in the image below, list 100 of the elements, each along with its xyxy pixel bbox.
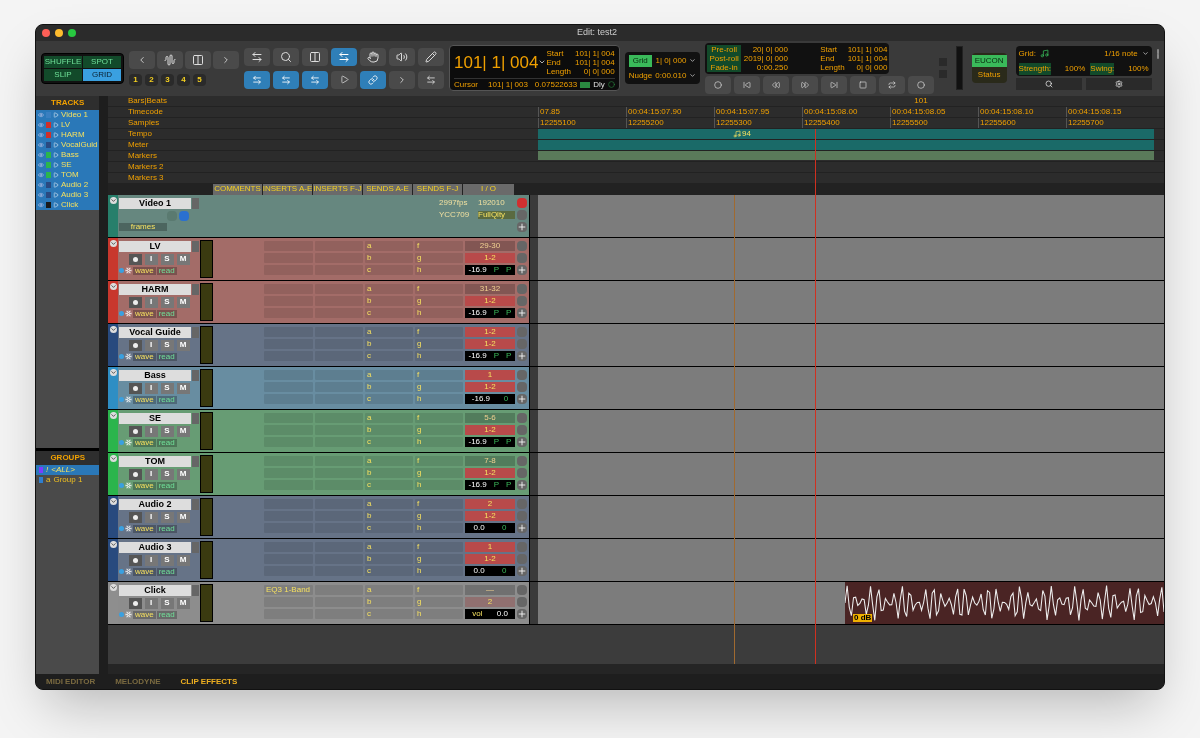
minimize-button[interactable] xyxy=(55,28,63,37)
send-slot[interactable]: c xyxy=(365,436,413,447)
send-slot[interactable]: c xyxy=(365,479,413,490)
send-slot[interactable]: c xyxy=(365,393,413,404)
column-header[interactable]: SENDS A-E xyxy=(363,183,412,195)
zoom-preset-button[interactable]: 4 xyxy=(177,73,190,86)
eye-icon[interactable] xyxy=(38,191,44,198)
output-selector[interactable]: 1-2 xyxy=(465,295,515,306)
output-selector[interactable]: 1-2 xyxy=(465,381,515,392)
send-slot[interactable]: f xyxy=(415,369,463,380)
track-button[interactable]: I xyxy=(144,468,158,480)
square-button[interactable] xyxy=(517,283,527,294)
volume-pan-display[interactable]: -16.9 P P xyxy=(465,479,515,490)
record-arm-button[interactable] xyxy=(128,554,142,566)
view-selector[interactable]: wave xyxy=(133,610,156,619)
send-slot[interactable]: a xyxy=(365,369,413,380)
rewind-button[interactable] xyxy=(763,75,790,94)
track-list-item[interactable]: Click xyxy=(36,199,100,210)
online-button[interactable] xyxy=(705,75,732,94)
track-name[interactable]: Click xyxy=(119,584,191,596)
send-slot[interactable]: a xyxy=(365,283,413,294)
edit-mode-button[interactable]: GRID xyxy=(83,68,121,81)
units-selector[interactable]: frames xyxy=(119,222,167,231)
send-slot[interactable]: a xyxy=(365,412,413,423)
track-list-item[interactable]: SE xyxy=(36,159,100,170)
send-slot[interactable]: f xyxy=(415,412,463,423)
view-selector[interactable]: wave xyxy=(133,567,156,576)
add-icon[interactable] xyxy=(517,221,527,232)
track-button[interactable]: S xyxy=(160,339,174,351)
snowflake-icon[interactable] xyxy=(125,353,132,361)
send-slot[interactable]: g xyxy=(415,424,463,435)
hand-tool-button[interactable] xyxy=(360,47,386,66)
volume-pan-display[interactable]: 0.0 0 xyxy=(465,522,515,533)
send-slot[interactable]: b xyxy=(365,338,413,349)
square-button[interactable] xyxy=(517,240,527,251)
send-slot[interactable]: g xyxy=(415,295,463,306)
track-button[interactable]: M xyxy=(176,554,190,566)
volume-pan-display[interactable]: -16.9 0 xyxy=(465,393,515,404)
group-list-item[interactable]: ! <ALL> xyxy=(36,464,100,475)
edit-mode-button[interactable]: SHUFFLE xyxy=(44,55,82,68)
snowflake-icon[interactable] xyxy=(125,439,132,447)
zoom-preset-button[interactable]: 1 xyxy=(129,73,142,86)
output-selector[interactable]: 1-2 xyxy=(465,338,515,349)
eye-icon[interactable] xyxy=(38,151,44,158)
track-list-item[interactable]: Audio 2 xyxy=(36,179,100,190)
track-button[interactable]: M xyxy=(176,425,190,437)
send-slot[interactable]: b xyxy=(365,381,413,392)
stop-button[interactable] xyxy=(850,75,877,94)
volume-pan-display[interactable]: -16.9 P P xyxy=(465,350,515,361)
square-button[interactable] xyxy=(517,541,527,552)
track-button[interactable]: I xyxy=(144,554,158,566)
square-button[interactable] xyxy=(517,467,527,478)
send-slot[interactable]: h xyxy=(415,565,463,576)
square-button[interactable] xyxy=(517,369,527,380)
play-button[interactable] xyxy=(331,70,357,89)
quantize-button[interactable] xyxy=(1015,78,1082,91)
view-selector[interactable]: wave xyxy=(133,524,156,533)
audio-clip[interactable]: 0 dB xyxy=(845,581,1164,624)
return-to-start-button[interactable] xyxy=(734,75,761,94)
send-slot[interactable]: c xyxy=(365,264,413,275)
track-menu-icon[interactable] xyxy=(109,282,117,290)
marker-range[interactable] xyxy=(538,151,1154,161)
volume-pan-display[interactable]: -16.9 P P xyxy=(465,436,515,447)
automation-selector[interactable]: read xyxy=(156,266,177,275)
snowflake-icon[interactable] xyxy=(125,267,132,275)
automation-selector[interactable]: read xyxy=(156,395,177,404)
send-slot[interactable]: g xyxy=(415,338,463,349)
track-list-item[interactable]: LV xyxy=(36,119,100,130)
track-menu-icon[interactable] xyxy=(109,583,117,591)
snowflake-icon[interactable] xyxy=(125,310,132,318)
pencil-tool-button[interactable] xyxy=(418,47,444,66)
track-name[interactable]: Video 1 xyxy=(119,197,191,209)
clock-button[interactable] xyxy=(167,210,177,221)
input-selector[interactable]: 1 xyxy=(465,369,515,380)
square-button[interactable] xyxy=(517,326,527,337)
input-selector[interactable]: — xyxy=(465,584,515,595)
send-slot[interactable]: a xyxy=(365,326,413,337)
output-selector[interactable]: 1-2 xyxy=(465,467,515,478)
zoom-preset-button[interactable]: 5 xyxy=(193,73,206,86)
add-icon[interactable] xyxy=(517,264,527,275)
volume-pan-display[interactable]: 0.0 0 xyxy=(465,565,515,576)
track-list-item[interactable]: Audio 3 xyxy=(36,189,100,200)
send-slot[interactable]: f xyxy=(415,240,463,251)
square-button[interactable] xyxy=(517,412,527,423)
search-button[interactable] xyxy=(273,47,299,66)
send-slot[interactable]: h xyxy=(415,608,463,619)
waveform-zoom-button[interactable] xyxy=(157,50,183,69)
circle-icon[interactable] xyxy=(607,81,615,89)
track-list-item[interactable]: Bass xyxy=(36,149,100,160)
send-slot[interactable]: h xyxy=(415,350,463,361)
track-list-item[interactable]: HARM xyxy=(36,129,100,140)
record-arm-button[interactable] xyxy=(128,253,142,265)
track-menu-icon[interactable] xyxy=(109,497,117,505)
track-name[interactable]: LV xyxy=(119,240,191,252)
add-icon[interactable] xyxy=(517,393,527,404)
square-button[interactable] xyxy=(517,498,527,509)
add-icon[interactable] xyxy=(517,522,527,533)
send-slot[interactable]: a xyxy=(365,584,413,595)
loop-button[interactable] xyxy=(879,75,906,94)
view-selector[interactable]: wave xyxy=(133,481,156,490)
